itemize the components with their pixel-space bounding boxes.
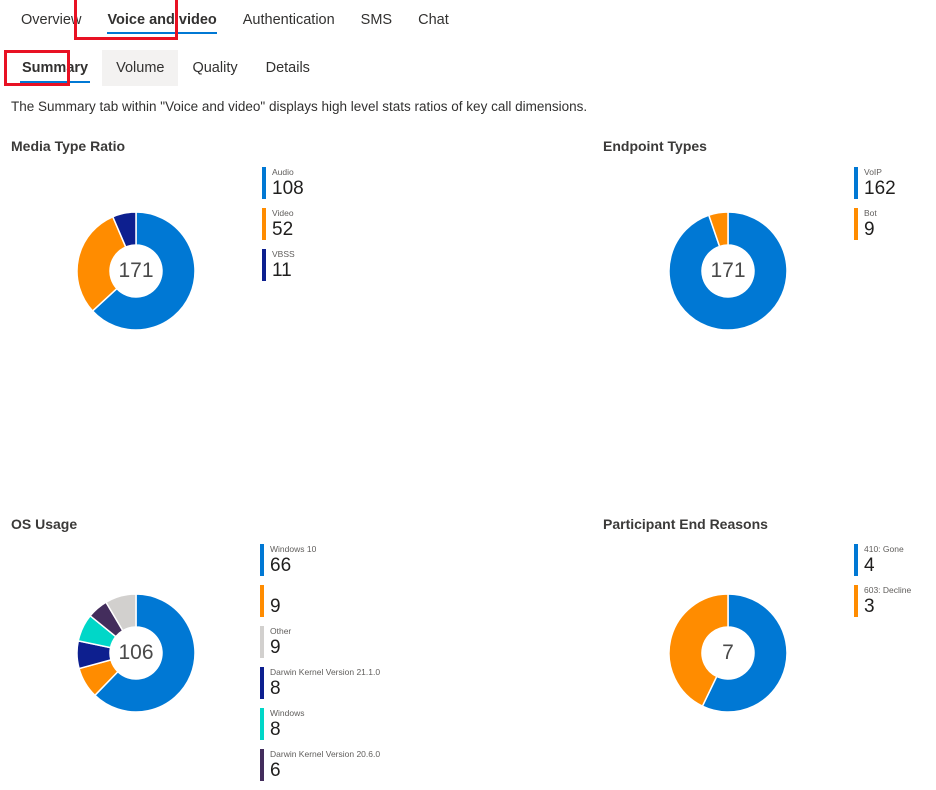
legend-label: Darwin Kernel Version 20.6.0	[270, 749, 381, 759]
primary-tab-sms[interactable]: SMS	[348, 0, 405, 40]
legend-label: Audio	[272, 167, 294, 177]
page-description: The Summary tab within "Voice and video"…	[11, 99, 588, 114]
legend-item[interactable]: Windows 8	[260, 708, 380, 740]
legend-label: Windows 10	[270, 544, 317, 554]
chart-legend-participant-end-reasons: 410: Gone 4 603: Decline 3	[854, 544, 911, 626]
legend-value: 3	[864, 596, 875, 617]
legend-item[interactable]: Windows 10 66	[260, 544, 380, 576]
legend-value: 162	[864, 178, 896, 199]
legend-value: 108	[272, 178, 304, 199]
legend-value: 8	[270, 678, 281, 699]
legend-value: 4	[864, 555, 875, 576]
legend-item[interactable]: 603: Decline 3	[854, 585, 911, 617]
secondary-tab-details[interactable]: Details	[252, 50, 324, 86]
donut-chart-media-type-ratio: 171	[76, 211, 196, 331]
legend-label: Darwin Kernel Version 21.1.0	[270, 667, 381, 677]
legend-color-swatch	[260, 585, 264, 617]
legend-value: 66	[270, 555, 292, 576]
legend-item[interactable]: Audio 108	[262, 167, 304, 199]
chart-title-participant-end-reasons: Participant End Reasons	[603, 516, 768, 532]
legend-color-swatch	[262, 208, 266, 240]
donut-center-total-participant-end-reasons: 7	[722, 641, 734, 664]
legend-item[interactable]: Darwin Kernel Version 20.6.0 6	[260, 749, 380, 781]
legend-color-swatch	[262, 167, 266, 199]
primary-tab-chat[interactable]: Chat	[405, 0, 462, 40]
legend-label: VoIP	[864, 167, 882, 177]
donut-center-total-os-usage: 106	[118, 641, 154, 664]
legend-item[interactable]: Bot 9	[854, 208, 896, 240]
legend-item[interactable]: VoIP 162	[854, 167, 896, 199]
legend-color-swatch	[854, 167, 858, 199]
secondary-tab-quality[interactable]: Quality	[178, 50, 251, 86]
legend-color-swatch	[260, 749, 264, 781]
legend-item[interactable]: VBSS 11	[262, 249, 304, 281]
legend-label: Video	[272, 208, 294, 218]
legend-item[interactable]: Other 9	[260, 626, 380, 658]
legend-color-swatch	[854, 208, 858, 240]
legend-label: 410: Gone	[864, 544, 904, 554]
secondary-tab-volume[interactable]: Volume	[102, 50, 179, 86]
legend-color-swatch	[260, 667, 264, 699]
legend-color-swatch	[260, 626, 264, 658]
legend-value: 52	[272, 219, 294, 240]
legend-label: Windows	[270, 708, 305, 718]
primary-tab-voice-and-video[interactable]: Voice and video	[94, 0, 229, 40]
legend-color-swatch	[260, 544, 264, 576]
donut-center-total-media-type-ratio: 171	[118, 259, 154, 282]
primary-tab-bar: Overview Voice and video Authentication SMS…	[0, 0, 936, 40]
legend-label: 603: Decline	[864, 585, 912, 595]
legend-value: 11	[272, 260, 292, 281]
legend-label: VBSS	[272, 249, 295, 259]
legend-color-swatch	[262, 249, 266, 281]
legend-label	[270, 585, 281, 596]
legend-value: 8	[270, 719, 281, 740]
chart-legend-endpoint-types: VoIP 162 Bot 9	[854, 167, 896, 249]
chart-title-endpoint-types: Endpoint Types	[603, 138, 707, 154]
donut-chart-os-usage: 106	[76, 593, 196, 713]
donut-center-total-endpoint-types: 171	[710, 259, 746, 282]
chart-title-os-usage: OS Usage	[11, 516, 78, 532]
legend-color-swatch	[854, 585, 858, 617]
legend-item[interactable]: Darwin Kernel Version 21.1.0 8	[260, 667, 380, 699]
legend-label: Bot	[864, 208, 877, 218]
chart-legend-os-usage: Windows 10 66 9 Other 9 Darwin Kernel Versio…	[260, 544, 380, 790]
chart-legend-media-type-ratio: Audio 108 Video 52 VBSS 11	[262, 167, 304, 290]
legend-item[interactable]: Video 52	[262, 208, 304, 240]
primary-tab-overview[interactable]: Overview	[8, 0, 94, 40]
legend-value: 9	[864, 219, 875, 240]
donut-chart-endpoint-types: 171	[668, 211, 788, 331]
primary-tab-authentication[interactable]: Authentication	[230, 0, 348, 40]
legend-color-swatch	[260, 708, 264, 740]
legend-label: Other	[270, 626, 292, 636]
legend-item[interactable]: 410: Gone 4	[854, 544, 911, 576]
legend-value: 9	[270, 637, 281, 658]
legend-item[interactable]: 9	[260, 585, 380, 617]
secondary-tab-bar: Summary Volume Quality Details	[0, 48, 936, 88]
legend-color-swatch	[854, 544, 858, 576]
legend-value: 9	[270, 596, 281, 617]
donut-chart-participant-end-reasons: 7	[668, 593, 788, 713]
secondary-tab-summary[interactable]: Summary	[8, 50, 102, 86]
chart-title-media-type-ratio: Media Type Ratio	[11, 138, 126, 154]
